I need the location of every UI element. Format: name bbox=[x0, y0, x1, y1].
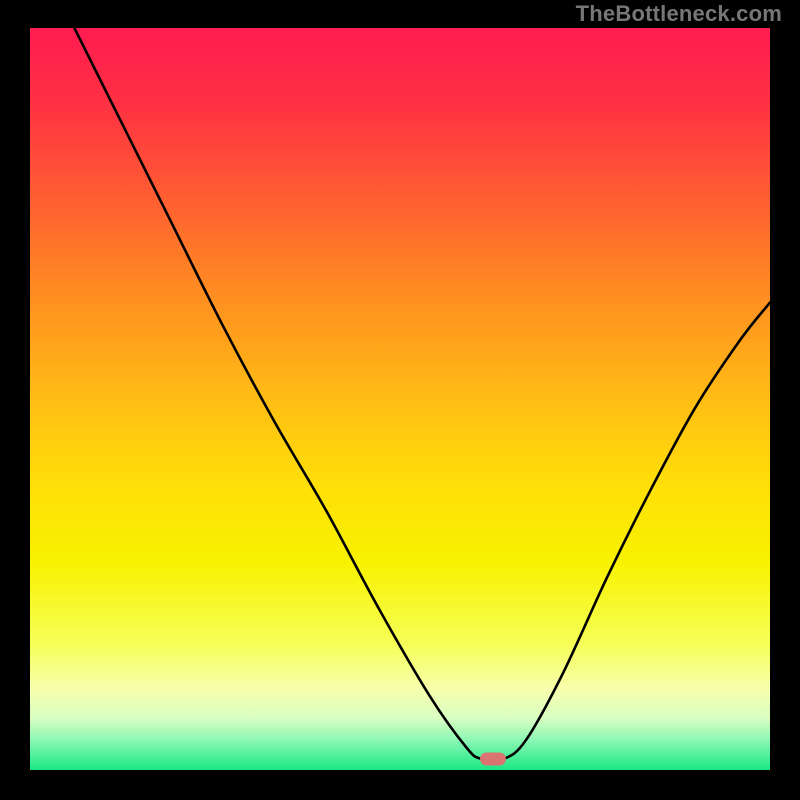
plot-svg bbox=[30, 28, 770, 770]
plot-area bbox=[30, 28, 770, 770]
minimum-marker bbox=[480, 752, 506, 765]
chart-frame: TheBottleneck.com bbox=[0, 0, 800, 800]
gradient-rect bbox=[30, 28, 770, 770]
watermark-text: TheBottleneck.com bbox=[576, 1, 782, 27]
